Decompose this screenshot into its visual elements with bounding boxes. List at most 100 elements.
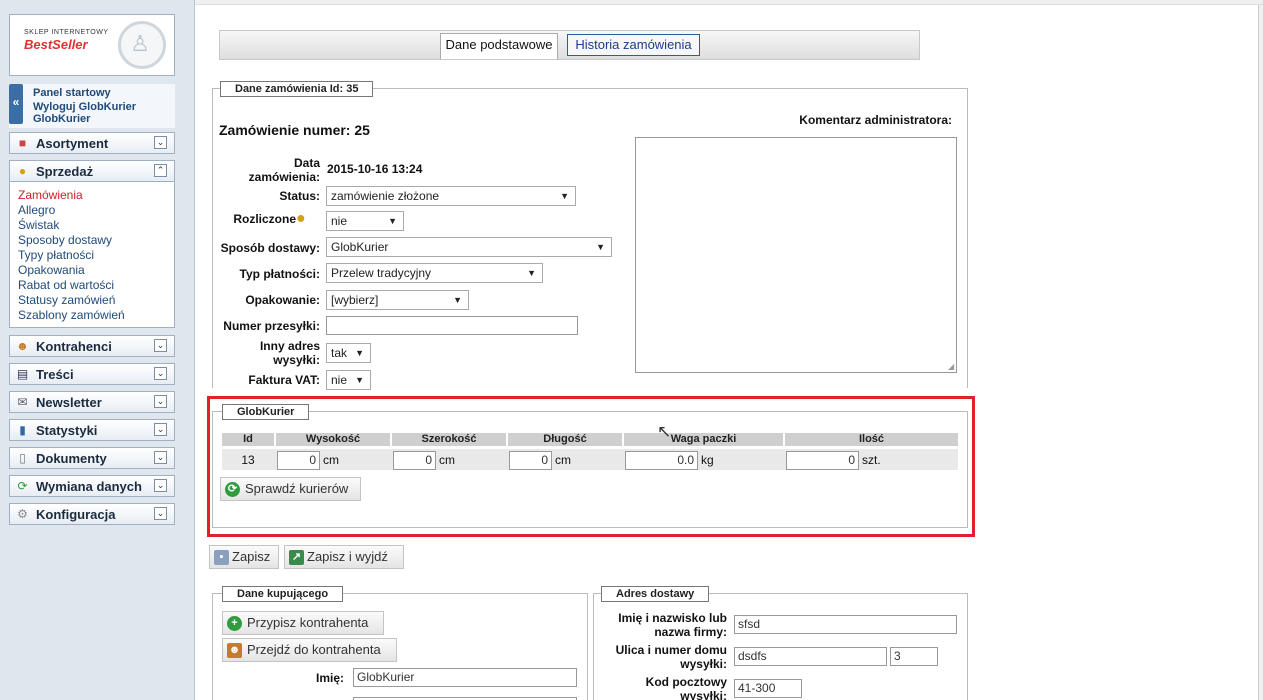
menu-label: Statystyki <box>36 423 98 438</box>
admin-comment-label: Komentarz administratora: <box>799 113 952 127</box>
menu-asortyment[interactable]: ■ Asortyment ⌄ <box>9 132 175 154</box>
order-date-label: Data zamówienia: <box>222 156 320 184</box>
save-button[interactable]: ▪ Zapisz <box>209 545 279 569</box>
tracking-number-input[interactable] <box>326 316 578 335</box>
link-dashboard[interactable]: Panel startowy <box>33 87 111 99</box>
highlight-frame <box>207 396 975 537</box>
submenu-item-packaging[interactable]: Opakowania <box>18 263 85 277</box>
collapse-sidebar-button[interactable]: « <box>9 84 23 124</box>
settled-label: Rozliczone <box>233 212 296 226</box>
postal-code-input[interactable]: 41-300 <box>734 679 802 698</box>
settled-select[interactable]: nie ▼ <box>326 211 404 231</box>
dropdown-arrow-icon: ▼ <box>355 375 364 385</box>
other-address-label: Inny adres wysyłki: <box>222 339 320 367</box>
menu-label: Newsletter <box>36 395 102 410</box>
tab-basic-data[interactable]: Dane podstawowe <box>440 33 558 59</box>
packaging-select[interactable]: [wybierz] ▼ <box>326 290 469 310</box>
menu-konfiguracja[interactable]: ⚙ Konfiguracja ⌄ <box>9 503 175 525</box>
submenu-item-allegro[interactable]: Allegro <box>18 203 55 217</box>
sync-icon: ⟳ <box>17 479 28 493</box>
gear-icon: ⚙ <box>17 507 28 521</box>
settled-select-value: nie <box>331 214 348 228</box>
submenu-item-payment-types[interactable]: Typy płatności <box>18 248 94 262</box>
chevron-down-icon[interactable]: ⌄ <box>154 451 167 464</box>
street-input[interactable]: dsdfs <box>734 647 887 666</box>
chevron-down-icon[interactable]: ⌄ <box>154 395 167 408</box>
payment-type-value: Przelew tradycyjny <box>331 266 432 280</box>
assign-contractor-button[interactable]: + Przypisz kontrahenta <box>222 611 384 635</box>
resize-handle-icon[interactable]: ◢ <box>948 362 1262 699</box>
submenu-item-order-templates[interactable]: Szablony zamówień <box>18 308 125 322</box>
postal-code-label-line1: Kod pocztowy <box>645 675 727 689</box>
other-address-label-line1: Inny adres <box>259 339 320 353</box>
other-address-select[interactable]: tak ▼ <box>326 343 371 363</box>
submenu-item-discount[interactable]: Rabat od wartości <box>18 278 114 292</box>
admin-comment-textarea[interactable] <box>635 137 957 373</box>
menu-label: Wymiana danych <box>36 479 142 494</box>
chevron-down-icon[interactable]: ⌄ <box>154 507 167 520</box>
menu-tresci[interactable]: ▤ Treści ⌄ <box>9 363 175 385</box>
menu-kontrahenci[interactable]: ☻ Kontrahenci ⌄ <box>9 335 175 357</box>
top-border <box>195 0 1263 5</box>
store-logo[interactable]: SKLEP INTERNETOWY BestSeller ♙ <box>9 14 175 76</box>
chevron-down-icon[interactable]: ⌄ <box>154 367 167 380</box>
dropdown-arrow-icon: ▼ <box>453 295 462 305</box>
menu-newsletter[interactable]: ✉ Newsletter ⌄ <box>9 391 175 413</box>
chevron-down-icon[interactable]: ⌄ <box>154 136 167 149</box>
submenu-item-orders[interactable]: Zamówienia <box>18 188 83 202</box>
dropdown-arrow-icon: ▼ <box>560 191 569 201</box>
payment-type-select[interactable]: Przelew tradycyjny ▼ <box>326 263 543 283</box>
link-logout[interactable]: Wyloguj GlobKurier <box>33 101 136 113</box>
submenu-item-delivery-methods[interactable]: Sposoby dostawy <box>18 233 112 247</box>
dropdown-arrow-icon: ▼ <box>388 216 397 226</box>
chevron-down-icon[interactable]: ⌄ <box>154 479 167 492</box>
menu-sprzedaz[interactable]: ● Sprzedaż ⌃ <box>9 160 175 182</box>
chevron-down-icon[interactable]: ⌄ <box>154 423 167 436</box>
order-date-label-line2: zamówienia: <box>248 170 320 184</box>
vat-invoice-select[interactable]: nie ▼ <box>326 370 371 390</box>
menu-label: Dokumenty <box>36 451 107 466</box>
dropdown-arrow-icon: ▼ <box>355 348 364 358</box>
user-icon: ☻ <box>227 643 242 658</box>
submenu-item-order-statuses[interactable]: Statusy zamówień <box>18 293 115 307</box>
goto-contractor-label: Przejdź do kontrahenta <box>247 642 381 657</box>
boxes-icon: ■ <box>18 136 27 150</box>
postal-code-label-line2: wysyłki: <box>680 689 727 700</box>
document-icon: ▯ <box>19 451 26 465</box>
link-user[interactable]: GlobKurier <box>33 113 90 125</box>
save-exit-icon: ↗ <box>289 550 304 565</box>
chevron-up-icon[interactable]: ⌃ <box>154 164 167 177</box>
tab-order-history[interactable]: Historia zamówienia <box>567 34 700 56</box>
menu-label: Treści <box>36 367 74 382</box>
book-icon: ▤ <box>16 367 29 381</box>
status-select[interactable]: zamówienie złożone ▼ <box>326 186 576 206</box>
delivery-method-select[interactable]: GlobKurier ▼ <box>326 237 612 257</box>
bar-chart-icon: ▮ <box>19 423 26 437</box>
save-exit-button[interactable]: ↗ Zapisz i wyjdź <box>284 545 404 569</box>
delivery-method-value: GlobKurier <box>331 240 389 254</box>
save-exit-label: Zapisz i wyjdź <box>307 549 388 564</box>
chevron-down-icon[interactable]: ⌄ <box>154 339 167 352</box>
goto-contractor-button[interactable]: ☻ Przejdź do kontrahenta <box>222 638 397 662</box>
people-icon: ☻ <box>16 339 29 353</box>
menu-dokumenty[interactable]: ▯ Dokumenty ⌄ <box>9 447 175 469</box>
dropdown-arrow-icon: ▼ <box>527 268 536 278</box>
vat-invoice-label: Faktura VAT: <box>248 373 320 387</box>
house-number-input[interactable]: 3 <box>890 647 938 666</box>
fullname-input[interactable]: sfsd <box>734 615 957 634</box>
sidebar: SKLEP INTERNETOWY BestSeller ♙ « Panel s… <box>0 0 195 700</box>
menu-label: Sprzedaż <box>36 164 94 179</box>
buyer-legend: Dane kupującego <box>222 586 344 602</box>
menu-statystyki[interactable]: ▮ Statystyki ⌄ <box>9 419 175 441</box>
fullname-label-line2: nazwa firmy: <box>654 625 727 639</box>
logo-subtitle: SKLEP INTERNETOWY <box>24 29 109 36</box>
logo-title: BestSeller <box>24 37 88 52</box>
menu-wymiana-danych[interactable]: ⟳ Wymiana danych ⌄ <box>9 475 175 497</box>
street-label: Ulica i numer domu wysyłki: <box>595 643 727 671</box>
submenu-item-swistak[interactable]: Świstak <box>18 218 59 232</box>
first-name-input[interactable]: GlobKurier <box>353 668 577 687</box>
envelope-icon: ✉ <box>17 395 28 409</box>
street-label-line2: wysyłki: <box>680 657 727 671</box>
status-select-value: zamówienie złożone <box>331 189 440 203</box>
assign-contractor-label: Przypisz kontrahenta <box>247 615 369 630</box>
